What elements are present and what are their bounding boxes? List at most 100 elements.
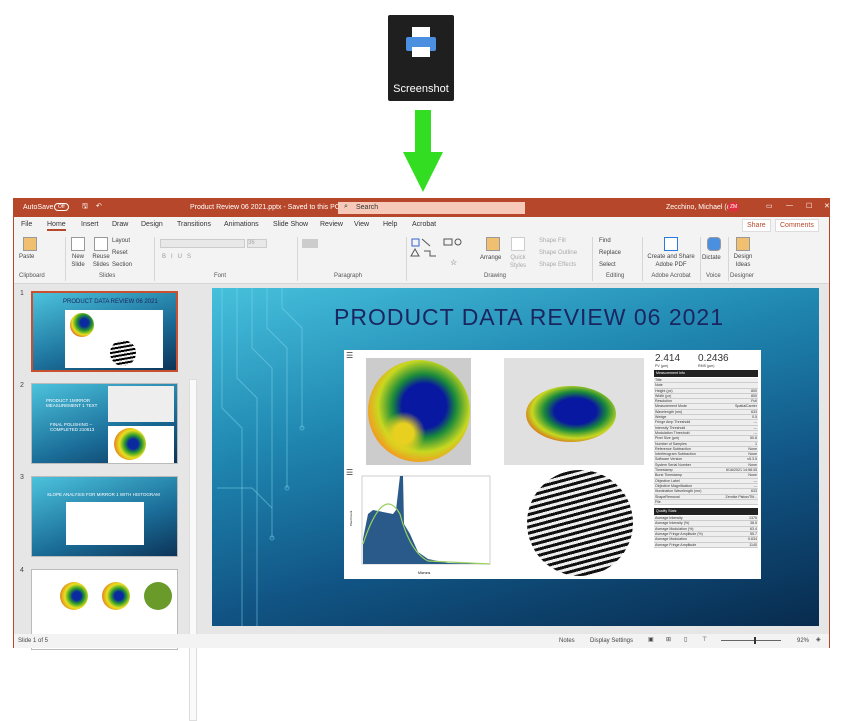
- tab-slide-show[interactable]: Slide Show: [273, 221, 308, 228]
- tab-view[interactable]: View: [354, 221, 369, 228]
- select-button[interactable]: Select: [599, 261, 616, 269]
- row-label: Average Fringe Amplitude (%): [655, 532, 703, 537]
- share-button[interactable]: Share: [742, 219, 771, 232]
- arrange-icon: [486, 237, 500, 251]
- section-button[interactable]: Section: [112, 261, 132, 269]
- design-ideas-button[interactable]: Design Ideas: [730, 253, 756, 269]
- row-value: 1140: [749, 542, 757, 547]
- row-label: Modulation Threshold: [655, 430, 690, 435]
- slide-thumbnail-3[interactable]: SLOPE ANALYSIS FOR MIRROR 1 WITH HISTOGR…: [31, 476, 178, 557]
- group-label: Paragraph: [334, 273, 363, 279]
- row-value: Zernike Piston/Tilt...: [725, 494, 757, 499]
- row-value: None: [748, 446, 757, 451]
- tab-animations[interactable]: Animations: [224, 221, 259, 228]
- slide-sorter-icon[interactable]: ⊞: [666, 636, 671, 643]
- minimize-button[interactable]: —: [786, 202, 793, 209]
- reuse-slides-button[interactable]: Reuse Slides: [90, 253, 112, 269]
- save-icon[interactable]: 🖫: [82, 202, 88, 213]
- slide-canvas[interactable]: PRODUCT DATA REVIEW 06 2021 ☰ ☰ Pixel Co…: [212, 288, 819, 626]
- tab-file[interactable]: File: [21, 221, 32, 228]
- layout-button[interactable]: Layout: [112, 237, 130, 245]
- slide-thumbnail-2[interactable]: PRODUCT 1MIRROR MEASUREMENT 1 TEXT FINAL…: [31, 383, 178, 464]
- display-settings-button[interactable]: Display Settings: [590, 638, 633, 644]
- row-label: Fringe Amp Threshold: [655, 420, 691, 425]
- fit-to-window-icon[interactable]: ◈: [816, 636, 821, 643]
- row-label: Wedge: [655, 415, 667, 420]
- font-name-dropdown[interactable]: [160, 239, 245, 248]
- quick-styles-button[interactable]: Quick Styles: [506, 254, 530, 270]
- menu-icon[interactable]: ☰: [346, 351, 353, 360]
- document-title: Product Review 06 2021.pptx - Saved to t…: [190, 204, 340, 211]
- row-value: 0.5: [752, 415, 757, 420]
- notes-button[interactable]: Notes: [559, 638, 575, 644]
- replace-button[interactable]: Replace: [599, 249, 621, 257]
- reading-view-icon[interactable]: ▯: [684, 636, 687, 643]
- shape-effects-button[interactable]: Shape Effects: [539, 261, 576, 269]
- tab-home[interactable]: Home: [47, 221, 66, 231]
- ribbon-display-icon[interactable]: ▭: [766, 202, 773, 210]
- tab-help[interactable]: Help: [383, 221, 397, 228]
- row-label: ShapeRemoval: [655, 494, 680, 499]
- avatar[interactable]: ZM: [728, 202, 740, 212]
- tab-design[interactable]: Design: [141, 221, 163, 228]
- row-label: Note: [655, 383, 663, 388]
- tab-acrobat[interactable]: Acrobat: [412, 221, 436, 228]
- tab-transitions[interactable]: Transitions: [177, 221, 211, 228]
- new-slide-button[interactable]: New Slide: [66, 253, 90, 269]
- new-slide-icon: [71, 237, 85, 251]
- row-label: Width (px): [655, 393, 672, 398]
- row-value: ---: [753, 425, 757, 430]
- reuse-slides-icon: [94, 237, 108, 251]
- measurement-figure[interactable]: ☰ ☰ Pixel Count Microns: [344, 350, 661, 579]
- row-value: 63.4: [750, 526, 757, 531]
- measurement-info-header: Measurement Info: [654, 370, 758, 377]
- ribbon-tabs: File Home Insert Draw Design Transitions…: [14, 217, 829, 233]
- row-value: v5.3.5: [747, 457, 757, 462]
- ribbon: Paste Clipboard New Slide Reuse Slides L…: [14, 233, 829, 284]
- screenshot-app-icon[interactable]: Screenshot: [388, 15, 454, 101]
- reset-button[interactable]: Reset: [112, 249, 128, 257]
- zoom-level[interactable]: 92%: [797, 638, 809, 644]
- paste-icon: [23, 237, 37, 251]
- normal-view-icon[interactable]: ▣: [648, 636, 654, 643]
- row-label: Objective Label: [655, 478, 680, 483]
- font-format-buttons[interactable]: BIUS: [162, 253, 196, 261]
- zoom-slider-thumb[interactable]: [754, 637, 756, 644]
- autosave-toggle[interactable]: Off: [54, 203, 69, 211]
- group-label: Editing: [606, 273, 625, 279]
- arrange-button[interactable]: Arrange: [480, 254, 501, 262]
- find-button[interactable]: Find: [599, 237, 611, 245]
- down-arrow-icon: [403, 110, 443, 192]
- close-button[interactable]: ✕: [824, 202, 830, 210]
- row-label: Burst Timestamp: [655, 473, 682, 478]
- paste-button[interactable]: Paste: [19, 253, 34, 261]
- data-row: File: [654, 499, 758, 506]
- maximize-button[interactable]: ☐: [806, 202, 812, 210]
- slide-thumbnail-1[interactable]: PRODUCT DATA REVIEW 06 2021: [31, 291, 178, 372]
- tab-insert[interactable]: Insert: [81, 221, 99, 228]
- row-label: Wavelength (nm): [655, 409, 683, 414]
- shapes-gallery[interactable]: ☆: [410, 237, 474, 269]
- 3d-surface-plot: [504, 358, 644, 465]
- undo-icon[interactable]: ↶: [96, 202, 102, 210]
- tab-draw[interactable]: Draw: [112, 221, 128, 228]
- row-label: Number of Samples: [655, 441, 687, 446]
- comments-button[interactable]: Comments: [775, 219, 819, 232]
- slide-title[interactable]: PRODUCT DATA REVIEW 06 2021: [334, 304, 724, 331]
- thumbnail-scrollbar[interactable]: [189, 379, 197, 721]
- create-pdf-button[interactable]: Create and Share Adobe PDF: [646, 253, 696, 269]
- shape-outline-button[interactable]: Shape Outline: [539, 249, 577, 257]
- slide-number: 1: [20, 290, 24, 297]
- zoom-slider[interactable]: [721, 640, 781, 641]
- font-size-dropdown[interactable]: 36: [247, 239, 267, 248]
- dictate-button[interactable]: Dictate: [702, 254, 721, 262]
- adobe-pdf-icon: [664, 237, 678, 251]
- tab-review[interactable]: Review: [320, 221, 343, 228]
- icon-label: Screenshot: [393, 83, 449, 95]
- slideshow-icon[interactable]: ⊤: [702, 636, 707, 643]
- bullets-button[interactable]: [302, 239, 318, 248]
- search-box[interactable]: ⌕ Search: [338, 202, 525, 214]
- histogram-ylabel: Pixel Count: [349, 510, 353, 526]
- search-icon: ⌕: [344, 203, 348, 210]
- shape-fill-button[interactable]: Shape Fill: [539, 237, 566, 245]
